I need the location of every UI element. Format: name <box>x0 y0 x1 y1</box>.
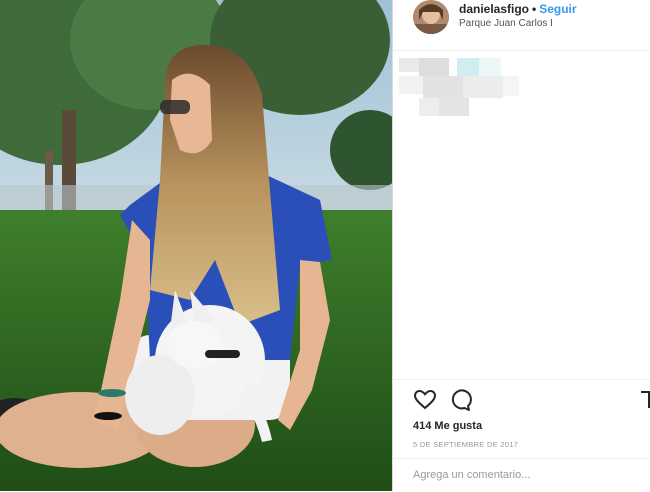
separator-dot: • <box>532 2 537 16</box>
post-actions: 414 Me gusta 5 DE SEPTIEMBRE DE 2017 <box>393 379 650 458</box>
follow-button[interactable]: Seguir <box>539 2 576 16</box>
post-side-panel: danielasfigo • Seguir Parque Juan Carlos I… <box>393 0 650 491</box>
avatar[interactable] <box>413 0 449 34</box>
post-photo-image <box>0 0 392 491</box>
username-row: danielasfigo • Seguir <box>459 2 577 16</box>
username-link[interactable]: danielasfigo <box>459 2 529 16</box>
comment-icon[interactable] <box>448 388 472 412</box>
post-date: 5 DE SEPTIEMBRE DE 2017 <box>413 440 519 449</box>
heart-icon[interactable] <box>413 388 437 412</box>
post-photo[interactable] <box>0 0 392 491</box>
comment-input[interactable] <box>413 469 633 481</box>
comment-bar <box>393 458 650 492</box>
blurred-caption <box>399 58 519 116</box>
location-link[interactable]: Parque Juan Carlos I <box>459 18 553 29</box>
post-header: danielasfigo • Seguir Parque Juan Carlos I <box>393 0 650 51</box>
likes-count[interactable]: 414 Me gusta <box>413 420 482 432</box>
bookmark-icon[interactable] <box>639 388 650 412</box>
